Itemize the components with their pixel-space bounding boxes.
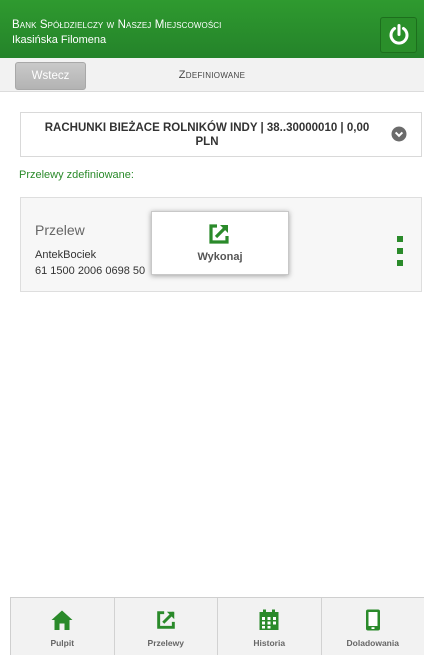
bottom-nav: Pulpit Przelewy Historia Doladowania [10, 597, 424, 655]
power-icon [389, 24, 408, 45]
home-icon [51, 610, 73, 630]
transfer-recipient: AntekBociek [35, 249, 97, 261]
logout-button[interactable] [380, 17, 417, 53]
execute-label: Wykonaj [197, 251, 243, 263]
nav-przelewy[interactable]: Przelewy [113, 598, 218, 655]
calendar-icon [259, 609, 279, 630]
nav-label: Doladowania [346, 638, 399, 648]
execute-button[interactable]: Wykonaj [151, 211, 289, 275]
section-label: Przelewy zdefiniowane: [19, 169, 134, 181]
user-name: Ikasińska Filomena [12, 34, 107, 46]
nav-pulpit[interactable]: Pulpit [10, 598, 114, 655]
page-title: Zdefiniowane [178, 69, 246, 81]
more-vertical-icon[interactable] [393, 236, 407, 266]
nav-historia[interactable]: Historia [217, 598, 321, 655]
account-label: RACHUNKI BIEŻACE ROLNIKÓW INDY | 38..300… [44, 122, 370, 148]
phone-icon [365, 609, 380, 631]
chevron-down-icon [391, 126, 407, 142]
external-link-icon [209, 224, 229, 244]
app-header: Bank Spółdzielczy w Naszej Miejscowości … [0, 0, 424, 58]
nav-doladowania[interactable]: Doladowania [320, 598, 424, 655]
nav-label: Przelewy [147, 638, 184, 648]
account-selector[interactable]: RACHUNKI BIEŻACE ROLNIKÓW INDY | 38..300… [20, 112, 422, 157]
transfer-account: 61 1500 2006 0698 50 [35, 265, 146, 277]
transfer-type: Przelew [35, 222, 85, 238]
nav-label: Pulpit [50, 638, 75, 648]
external-link-icon [156, 611, 175, 629]
bank-name: Bank Spółdzielczy w Naszej Miejscowości [12, 19, 222, 31]
toolbar: Wstecz Zdefiniowane [0, 58, 424, 92]
nav-label: Historia [253, 638, 286, 648]
